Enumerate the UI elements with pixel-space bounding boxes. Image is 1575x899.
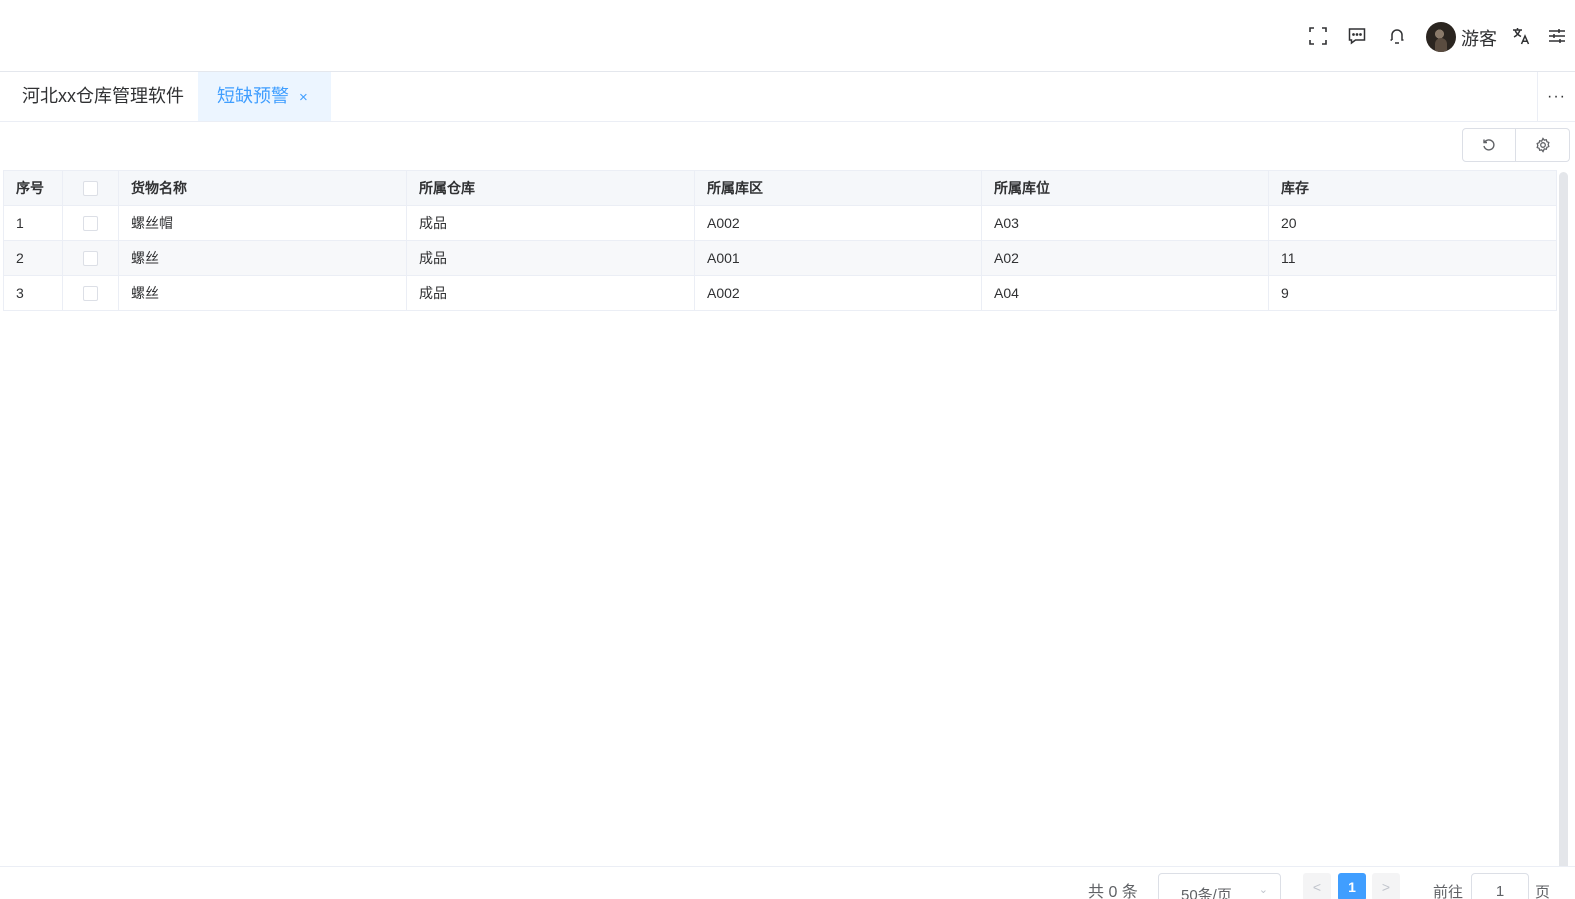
- column-header-name[interactable]: 货物名称: [118, 170, 407, 206]
- next-page-button[interactable]: >: [1372, 873, 1400, 899]
- tab-bar: 河北xx仓库管理软件 短缺预警 × ···: [0, 72, 1575, 122]
- cell-stock: 11: [1268, 240, 1557, 276]
- goto-page-input[interactable]: 1: [1471, 873, 1529, 899]
- pagination-total: 共 0 条: [1088, 884, 1138, 899]
- cell-name: 螺丝帽: [118, 205, 407, 241]
- column-header-location[interactable]: 所属库位: [981, 170, 1269, 206]
- table-toolbar: [1462, 128, 1570, 162]
- translate-icon[interactable]: [1509, 24, 1533, 48]
- goto-suffix: 页: [1535, 884, 1551, 899]
- prev-page-button[interactable]: <: [1303, 873, 1331, 899]
- cell-stock: 9: [1268, 275, 1557, 311]
- cell-area: A001: [694, 240, 982, 276]
- tab-more-button[interactable]: ···: [1537, 72, 1575, 121]
- row-checkbox[interactable]: [83, 216, 98, 232]
- cell-warehouse: 成品: [406, 205, 695, 241]
- cell-area: A002: [694, 275, 982, 311]
- column-header-stock[interactable]: 库存: [1268, 170, 1557, 206]
- shortage-table: 序号 货物名称 所属仓库 所属库区 所属库位 库存 1 螺丝帽 成品 A002 …: [3, 170, 1557, 311]
- refresh-button[interactable]: [1462, 128, 1516, 162]
- cell-location: A04: [981, 275, 1269, 311]
- cell-index: 3: [3, 275, 63, 311]
- cell-index: 2: [3, 240, 63, 276]
- row-checkbox[interactable]: [83, 251, 98, 267]
- close-icon[interactable]: ×: [299, 73, 308, 122]
- column-header-select: [62, 170, 119, 206]
- column-settings-button[interactable]: [1516, 128, 1570, 162]
- top-header: 游客: [0, 0, 1575, 72]
- cell-index: 1: [3, 205, 63, 241]
- username[interactable]: 游客: [1461, 25, 1497, 51]
- chevron-right-icon: >: [1381, 879, 1391, 895]
- chevron-down-icon: ⌄: [1258, 884, 1268, 896]
- tab-shortage-warning[interactable]: 短缺预警 ×: [198, 72, 331, 121]
- refresh-icon: [1483, 139, 1495, 151]
- column-header-index: 序号: [3, 170, 63, 206]
- cell-warehouse: 成品: [406, 275, 695, 311]
- chevron-left-icon: <: [1312, 879, 1322, 895]
- table-row[interactable]: 2 螺丝 成品 A001 A02 11: [3, 240, 1557, 276]
- cell-area: A002: [694, 205, 982, 241]
- avatar[interactable]: [1426, 22, 1456, 52]
- tab-label: 短缺预警: [217, 86, 289, 106]
- cell-location: A02: [981, 240, 1269, 276]
- page-size-value: 50条/页: [1181, 887, 1232, 899]
- cell-stock: 20: [1268, 205, 1557, 241]
- cell-name: 螺丝: [118, 240, 407, 276]
- cell-location: A03: [981, 205, 1269, 241]
- cell-warehouse: 成品: [406, 240, 695, 276]
- page-number-current[interactable]: 1: [1338, 873, 1366, 899]
- table-row[interactable]: 3 螺丝 成品 A002 A04 9: [3, 275, 1557, 311]
- page-size-select[interactable]: 50条/页 ⌄: [1158, 873, 1281, 899]
- column-header-warehouse[interactable]: 所属仓库: [406, 170, 695, 206]
- row-checkbox[interactable]: [83, 286, 98, 302]
- tab-label: 河北xx仓库管理软件: [22, 86, 184, 106]
- cell-name: 螺丝: [118, 275, 407, 311]
- more-icon: ···: [1547, 87, 1566, 105]
- cell-select: [62, 205, 119, 241]
- cell-select: [62, 275, 119, 311]
- gear-icon: [1535, 137, 1550, 153]
- bell-icon[interactable]: [1385, 24, 1409, 48]
- table-scrollbar[interactable]: [1559, 172, 1568, 899]
- message-icon[interactable]: [1345, 24, 1369, 48]
- fullscreen-icon[interactable]: [1306, 24, 1330, 48]
- settings-sliders-icon[interactable]: [1545, 24, 1569, 48]
- table-row[interactable]: 1 螺丝帽 成品 A002 A03 20: [3, 205, 1557, 241]
- goto-label: 前往: [1433, 884, 1464, 899]
- select-all-checkbox[interactable]: [83, 181, 98, 197]
- cell-select: [62, 240, 119, 276]
- tab-home[interactable]: 河北xx仓库管理软件: [0, 72, 206, 121]
- column-header-area[interactable]: 所属库区: [694, 170, 982, 206]
- table-header-row: 序号 货物名称 所属仓库 所属库区 所属库位 库存: [3, 170, 1557, 206]
